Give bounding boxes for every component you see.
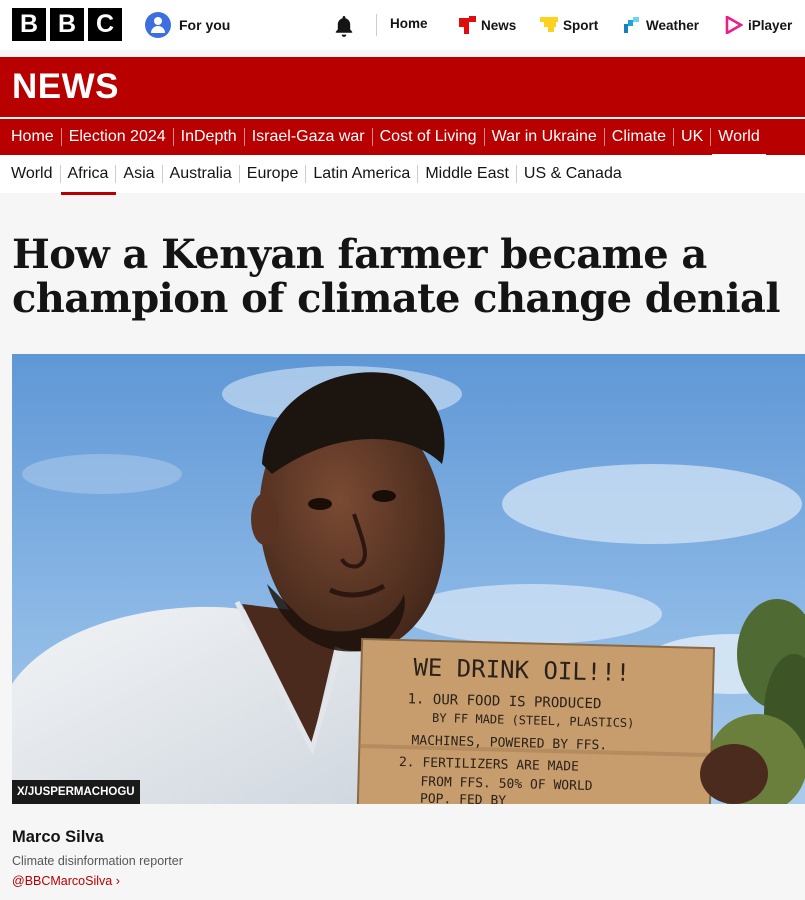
nav-link-label: Weather bbox=[646, 17, 700, 33]
sub-nav-middle-east[interactable]: Middle East bbox=[425, 165, 509, 183]
nav-link-home[interactable]: Home bbox=[390, 16, 428, 31]
section-nav-world[interactable]: World bbox=[712, 128, 766, 155]
nav-link-weather[interactable]: Weather bbox=[623, 16, 699, 34]
for-you-label: For you bbox=[179, 17, 231, 33]
section-nav-home[interactable]: Home bbox=[11, 128, 54, 146]
logo-letter: B bbox=[50, 8, 84, 41]
divider bbox=[115, 165, 117, 183]
notifications-bell-icon[interactable] bbox=[332, 14, 356, 38]
divider bbox=[59, 165, 61, 183]
divider bbox=[515, 165, 517, 183]
divider bbox=[603, 128, 605, 146]
nav-link-sport[interactable]: Sport bbox=[540, 16, 598, 34]
weather-icon bbox=[624, 17, 639, 33]
author-social-link[interactable]: @BBCMarcoSilva › bbox=[12, 874, 120, 888]
sub-nav-europe[interactable]: Europe bbox=[247, 165, 299, 183]
nav-link-label: Sport bbox=[563, 17, 599, 33]
divider bbox=[161, 165, 163, 183]
nav-link-label: iPlayer bbox=[748, 17, 793, 33]
sign-text-line: POP. FED BY bbox=[420, 792, 507, 804]
divider bbox=[60, 128, 62, 146]
nav-link-news[interactable]: News bbox=[458, 16, 516, 34]
hero-photo-illustration: WE DRINK OIL!!! 1. OUR FOOD IS PRODUCED … bbox=[12, 354, 805, 804]
section-nav-cost-of-living[interactable]: Cost of Living bbox=[380, 128, 477, 146]
section-nav-israel-gaza-war[interactable]: Israel-Gaza war bbox=[252, 128, 365, 146]
sub-nav: World Africa Asia Australia Europe Latin… bbox=[0, 155, 805, 195]
divider bbox=[376, 14, 377, 36]
sub-nav-world[interactable]: World bbox=[11, 165, 53, 183]
section-nav-uk[interactable]: UK bbox=[681, 128, 703, 146]
nav-link-label: Home bbox=[390, 16, 428, 31]
section-nav-war-in-ukraine[interactable]: War in Ukraine bbox=[492, 128, 597, 146]
divider bbox=[710, 128, 712, 146]
chevron-right-icon: › bbox=[115, 874, 120, 888]
news-banner[interactable]: NEWS bbox=[0, 57, 805, 117]
divider bbox=[483, 128, 485, 146]
sub-nav-asia[interactable]: Asia bbox=[123, 165, 154, 183]
divider bbox=[371, 128, 373, 146]
article-headline: How a Kenyan farmer became a champion of… bbox=[12, 231, 781, 322]
sign-text-line: WE DRINK OIL!!! bbox=[413, 653, 630, 687]
nav-link-label: News bbox=[481, 17, 517, 33]
author-handle: @BBCMarcoSilva bbox=[12, 874, 113, 888]
sub-nav-australia[interactable]: Australia bbox=[170, 165, 232, 183]
iplayer-icon bbox=[725, 16, 743, 34]
top-bar: B B C For you Home News Sport Weather iP… bbox=[0, 0, 805, 50]
image-credit: X/JUSPERMACHOGU bbox=[12, 780, 140, 804]
divider bbox=[243, 128, 245, 146]
sport-icon bbox=[540, 17, 558, 32]
section-nav-election-2024[interactable]: Election 2024 bbox=[69, 128, 166, 146]
for-you-button[interactable]: For you bbox=[145, 12, 230, 38]
divider bbox=[172, 128, 174, 146]
hero-image: WE DRINK OIL!!! 1. OUR FOOD IS PRODUCED … bbox=[12, 354, 805, 804]
section-nav-indepth[interactable]: InDepth bbox=[181, 128, 237, 146]
author-role: Climate disinformation reporter bbox=[12, 854, 183, 868]
news-icon bbox=[459, 16, 476, 34]
divider bbox=[238, 165, 240, 183]
section-nav: Home Election 2024 InDepth Israel-Gaza w… bbox=[0, 119, 805, 155]
user-icon bbox=[145, 12, 171, 38]
section-nav-climate[interactable]: Climate bbox=[612, 128, 666, 146]
author-name: Marco Silva bbox=[12, 828, 104, 846]
bbc-logo[interactable]: B B C bbox=[12, 8, 122, 41]
nav-link-iplayer[interactable]: iPlayer bbox=[725, 16, 792, 34]
divider bbox=[417, 165, 419, 183]
logo-letter: C bbox=[88, 8, 122, 41]
divider bbox=[305, 165, 307, 183]
divider bbox=[673, 128, 675, 146]
sub-nav-latin-america[interactable]: Latin America bbox=[313, 165, 410, 183]
sub-nav-africa[interactable]: Africa bbox=[60, 165, 117, 195]
logo-letter: B bbox=[12, 8, 46, 41]
news-wordmark: NEWS bbox=[12, 67, 119, 106]
sub-nav-us-canada[interactable]: US & Canada bbox=[524, 165, 622, 183]
